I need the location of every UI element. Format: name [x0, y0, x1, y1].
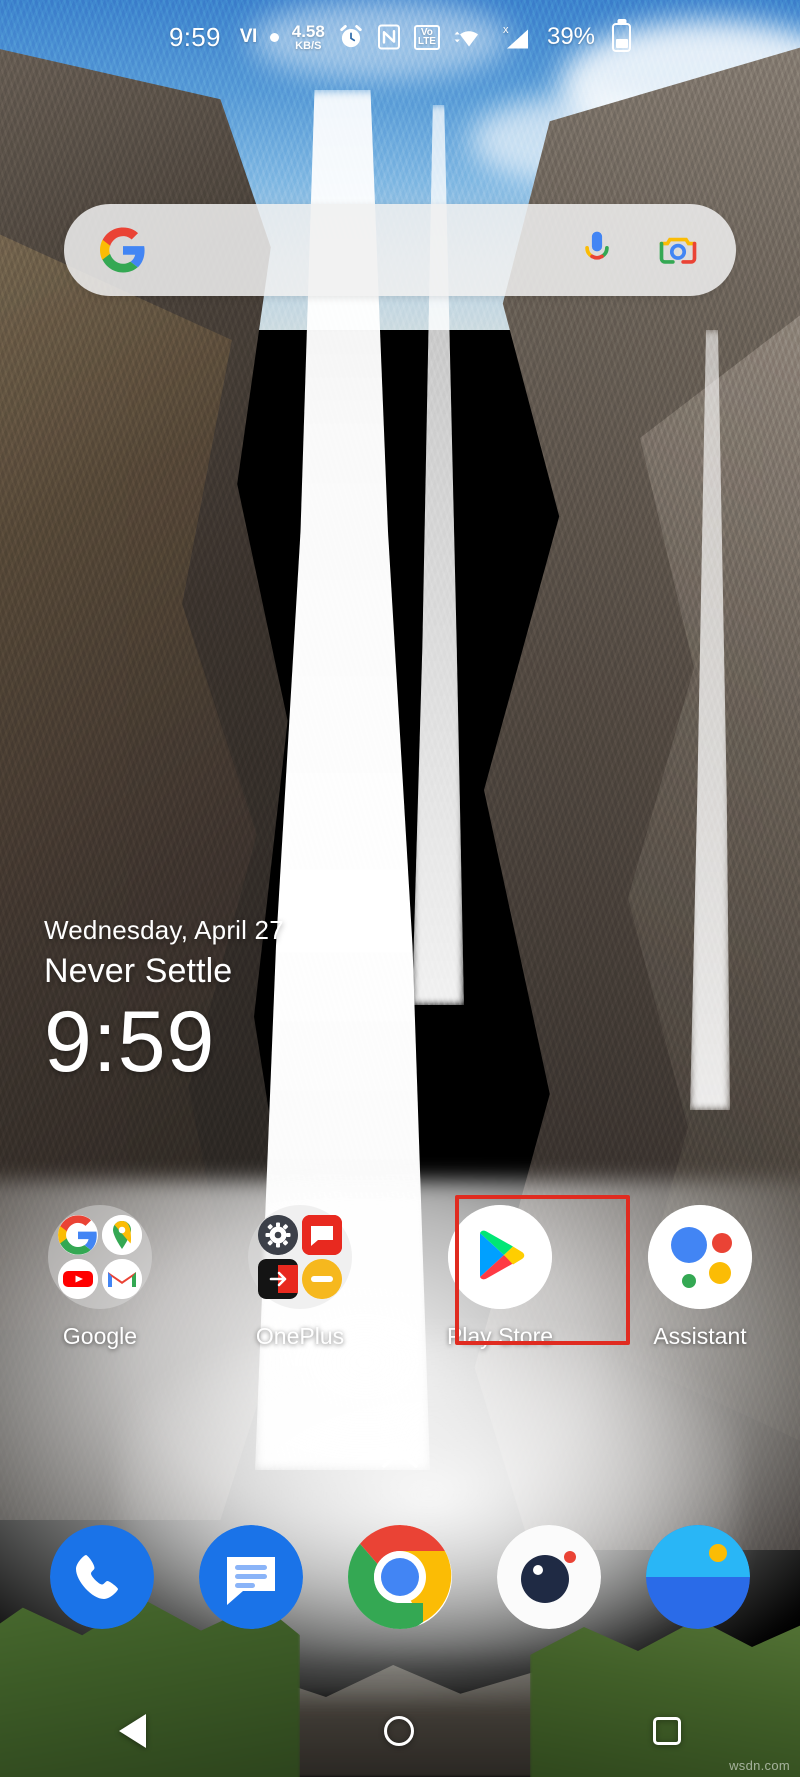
play-store-icon [448, 1205, 552, 1309]
folder-label: OnePlus [255, 1323, 345, 1349]
clock-widget[interactable]: Wednesday, April 27 Never Settle 9:59 [44, 915, 284, 1085]
yellow-note-icon [302, 1259, 343, 1300]
app-label: Assistant [653, 1323, 747, 1349]
youtube-icon [57, 1259, 98, 1300]
google-g-icon [57, 1214, 98, 1255]
network-operator-label: VI [239, 26, 257, 47]
switch-icon [257, 1259, 298, 1300]
folder-label: Google [62, 1323, 138, 1349]
widget-time: 9:59 [44, 994, 216, 1090]
folder-oneplus[interactable]: OnePlus [220, 1205, 380, 1350]
settings-gear-icon [257, 1214, 298, 1255]
volte-icon: Vo LTE [413, 24, 440, 50]
battery-icon [612, 22, 632, 52]
notification-dot-icon [269, 32, 279, 42]
wifi-icon [453, 24, 485, 50]
cellular-signal-off-icon: x [498, 23, 532, 51]
svg-text:x: x [503, 24, 509, 36]
watermark: wsdn.com [729, 1758, 790, 1773]
folder-google[interactable]: Google [20, 1205, 180, 1350]
dock-messages[interactable] [199, 1525, 304, 1629]
app-grid: Google OnePlus Play Store Assistant [0, 1205, 800, 1350]
widget-subtitle: Never Settle [44, 952, 233, 990]
battery-percent-label: 39% [546, 23, 596, 50]
google-search-bar[interactable] [64, 204, 736, 296]
dock-gallery[interactable] [645, 1525, 750, 1629]
microphone-icon[interactable] [580, 227, 614, 273]
status-clock: 9:59 [168, 21, 221, 52]
recents-square-icon[interactable] [652, 1717, 681, 1745]
google-maps-icon [102, 1214, 143, 1255]
navigation-bar [0, 1685, 800, 1777]
nfc-icon [377, 24, 401, 50]
folder-preview [248, 1205, 352, 1309]
status-bar[interactable]: 9:59 VI 4.58 KB/S Vo LTE x 39% [0, 0, 800, 74]
red-message-icon [302, 1214, 343, 1255]
chevron-up-icon[interactable] [380, 1448, 420, 1470]
alarm-clock-icon [338, 24, 364, 50]
back-triangle-icon[interactable] [119, 1714, 147, 1748]
google-g-icon [100, 227, 146, 273]
home-circle-icon[interactable] [384, 1716, 415, 1746]
data-speed-indicator: 4.58 KB/S [291, 21, 325, 52]
app-play-store[interactable]: Play Store [420, 1205, 580, 1350]
app-assistant[interactable]: Assistant [620, 1205, 780, 1350]
gmail-icon [102, 1259, 143, 1300]
folder-preview [48, 1205, 152, 1309]
google-assistant-icon [648, 1205, 752, 1309]
dock-phone[interactable] [50, 1525, 155, 1629]
dock [0, 1525, 800, 1629]
widget-date: Wednesday, April 27 [44, 915, 284, 945]
dock-camera[interactable] [496, 1525, 601, 1629]
android-home-screen: 9:59 VI 4.58 KB/S Vo LTE x 39% Wednesday… [0, 0, 800, 1777]
google-lens-camera-icon[interactable] [656, 228, 700, 272]
dock-chrome[interactable] [347, 1525, 452, 1629]
app-label: Play Store [446, 1323, 554, 1349]
